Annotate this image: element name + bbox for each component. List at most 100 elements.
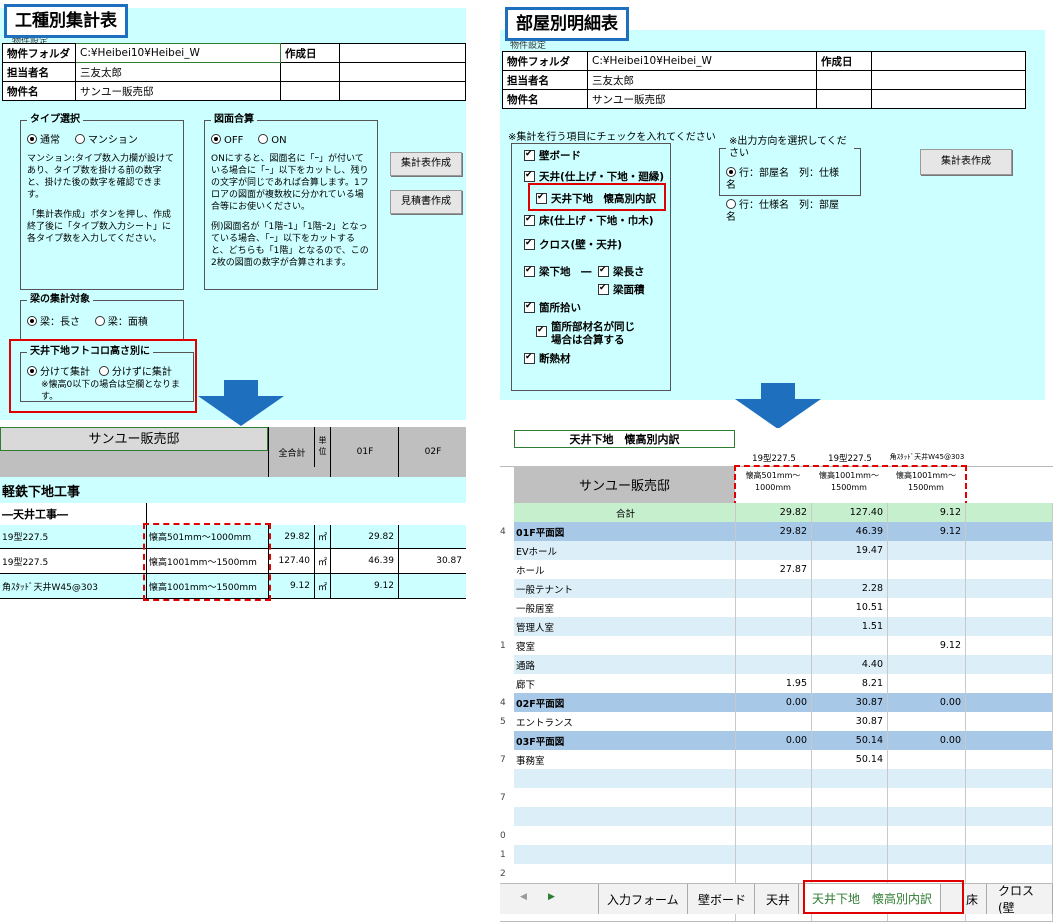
- check-spot[interactable]: 箇所拾い: [524, 300, 581, 315]
- radio-off-icon: [74, 134, 85, 144]
- checkbox-checked-icon: [536, 326, 547, 337]
- date-input[interactable]: [339, 43, 466, 63]
- row-value: 8.21: [812, 674, 888, 693]
- check-insulation[interactable]: 断熱材: [524, 351, 571, 366]
- active-tab-highlight: [803, 880, 964, 914]
- right-heading: 部屋別明細表: [505, 7, 629, 41]
- row-empty-cell: [966, 617, 1053, 636]
- row-name: 廊下: [514, 674, 736, 693]
- property-input[interactable]: サンユー販売邸: [75, 81, 281, 101]
- row-empty-cell: [966, 636, 1053, 655]
- check-board[interactable]: 壁ボード: [524, 148, 581, 163]
- row-value: [736, 636, 812, 655]
- check-floor[interactable]: 床(仕上げ・下地・巾木): [524, 213, 654, 228]
- row-value: [812, 807, 888, 826]
- type-select-group: タイプ選択 通常 マンション マンション:タイプ数入力欄が設けてあり、タイプ数を…: [20, 114, 184, 290]
- row-value: [888, 769, 966, 788]
- check-spot-merge[interactable]: 箇所部材名が同じ場合は合算する: [536, 321, 635, 347]
- folder-input[interactable]: C:¥Heibei10¥Heibei_W: [587, 51, 817, 71]
- row-name: [514, 769, 736, 788]
- row-value: [888, 674, 966, 693]
- row-value: 0.00: [736, 731, 812, 750]
- row-value: [812, 826, 888, 845]
- header-unit: 単位: [314, 427, 330, 467]
- check-cloth[interactable]: クロス(壁・天井): [524, 237, 622, 252]
- row-value: [736, 655, 812, 674]
- row-number: [500, 541, 514, 560]
- table-row: 1: [500, 845, 1053, 865]
- info-key-folder: 物件フォルダ: [502, 51, 588, 71]
- tab-scroll-right-icon[interactable]: ▶: [548, 892, 555, 902]
- table-row: 通路 4.40: [500, 655, 1053, 675]
- left-sheet-title[interactable]: サンユー販売邸: [0, 427, 268, 451]
- check-beam-area[interactable]: 梁面積: [598, 282, 645, 297]
- person-input[interactable]: 三友太郎: [75, 62, 281, 82]
- type-note-1: マンション:タイプ数入力欄が設けてあり、タイプ数を掛ける前の数字と、掛けた後の数…: [27, 154, 175, 200]
- property-input[interactable]: サンユー販売邸: [587, 89, 817, 109]
- radio-beam-area[interactable]: 梁：面積: [94, 315, 148, 329]
- radio-off-icon: [94, 316, 105, 326]
- table-row: [500, 807, 1053, 827]
- tab-ceiling[interactable]: 天井: [758, 884, 800, 914]
- check-ceiling[interactable]: 天井(仕上げ・下地・廻縁): [524, 169, 664, 184]
- row-value: [888, 541, 966, 560]
- row-value: [736, 598, 812, 617]
- radio-row-room[interactable]: 行：部屋名 列：仕様名: [726, 166, 842, 192]
- radio-merge-off[interactable]: OFF: [211, 133, 243, 147]
- checkbox-checked-icon: [524, 171, 535, 182]
- radio-beam-length[interactable]: 梁：長さ: [27, 315, 80, 329]
- row-empty-cell: [966, 826, 1053, 845]
- folder-input[interactable]: C:¥Heibei10¥Heibei_W: [75, 43, 281, 63]
- row-number: 4: [500, 522, 514, 541]
- left-down-arrow-icon: [198, 380, 284, 426]
- row-number: 0: [500, 826, 514, 845]
- check-beam-length[interactable]: 梁長さ: [598, 264, 645, 279]
- row-empty-cell: [966, 807, 1053, 826]
- tab-scroll-left-icon[interactable]: ◀: [520, 892, 527, 902]
- row-value: 2.28: [812, 579, 888, 598]
- row-name: [514, 826, 736, 845]
- person-input[interactable]: 三友太郎: [587, 70, 817, 90]
- section-label: 軽鉄下地工事: [2, 484, 81, 500]
- row-empty-cell: [966, 693, 1053, 712]
- radio-row-spec[interactable]: 行：仕様名 列：部屋名: [726, 198, 842, 224]
- row-value: 30.87: [812, 693, 888, 712]
- check-beam[interactable]: 梁下地 ―: [524, 264, 592, 279]
- row-empty-cell: [966, 750, 1053, 769]
- row-value: [736, 845, 812, 864]
- table-row: 一般テナント 2.28: [500, 579, 1053, 599]
- info-key-date: 作成日: [816, 51, 872, 71]
- radio-type-mansion[interactable]: マンション: [74, 133, 138, 147]
- row-name: エントランス: [514, 712, 736, 731]
- create-summary-button[interactable]: 集計表作成: [390, 152, 462, 176]
- right-create-summary-button[interactable]: 集計表作成: [920, 149, 1012, 175]
- row-value: 50.14: [812, 750, 888, 769]
- row-number: [500, 655, 514, 674]
- right-sheet-title-cell[interactable]: 天井下地 懐高別内訳: [514, 430, 735, 448]
- row-empty-cell: [966, 845, 1053, 864]
- radio-off-icon: [258, 134, 269, 144]
- row-number: [500, 769, 514, 788]
- info-key-property: 物件名: [2, 81, 76, 101]
- tab-cloth[interactable]: クロス(壁: [990, 884, 1053, 915]
- row-value: 29.82: [736, 503, 812, 522]
- tab-wall-board[interactable]: 壁ボード: [690, 884, 756, 914]
- drawing-legend: 図面合算: [214, 114, 254, 125]
- radio-type-normal[interactable]: 通常: [27, 133, 60, 147]
- tab-input-form[interactable]: 入力フォーム: [598, 884, 688, 914]
- date-input[interactable]: [871, 51, 1026, 71]
- create-estimate-button[interactable]: 見積書作成: [390, 190, 462, 214]
- type-note-2: 「集計表作成」ボタンを押し、作成終了後に「タイプ数入力シート」に各タイプ数を入力…: [27, 210, 172, 244]
- table-row: 0: [500, 826, 1053, 846]
- row-value: 19.47: [812, 541, 888, 560]
- radio-merge-on[interactable]: ON: [258, 133, 287, 147]
- row-empty-cell: [966, 769, 1053, 788]
- row-name: ホール: [514, 560, 736, 579]
- table-row: 廊下 1.95 8.21: [500, 674, 1053, 694]
- drawing-note-2: 例)図面名が「1階ｰ1」「1階ｰ2」となっている場合、「ｰ」以下をカットすると、…: [211, 222, 369, 268]
- row-number: 4: [500, 693, 514, 712]
- row-empty-cell: [966, 712, 1053, 731]
- table-row: [500, 769, 1053, 789]
- row-empty-cell: [966, 598, 1053, 617]
- row-empty-cell: [966, 731, 1053, 750]
